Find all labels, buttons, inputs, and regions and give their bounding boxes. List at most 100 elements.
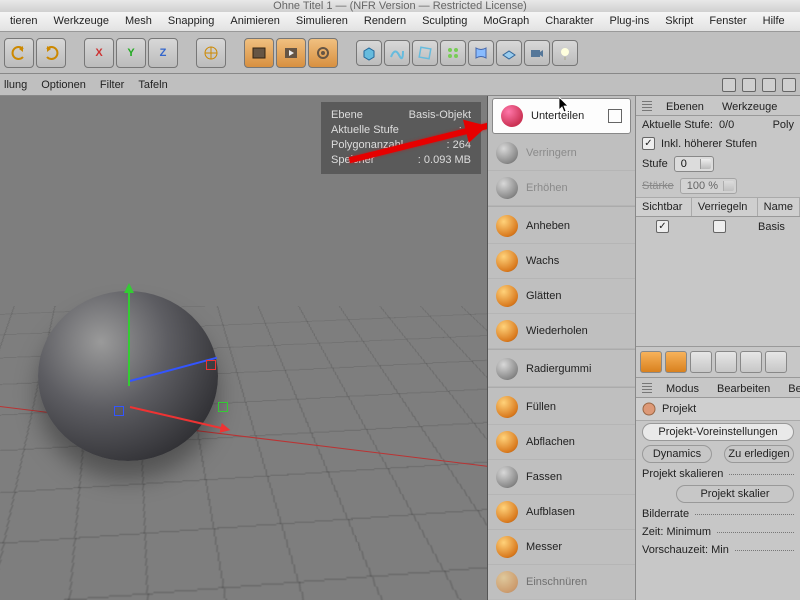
stufe-field[interactable]: 0 [674,156,714,172]
y-axis-gizmo[interactable] [128,286,130,386]
menu-item[interactable]: Simulieren [288,12,356,31]
subdivide-button[interactable]: Unterteilen [492,98,631,134]
light-button[interactable] [552,40,578,66]
inflate-brush[interactable]: Aufblasen [488,495,635,530]
tab-layers[interactable]: Ebenen [662,99,708,115]
erase-brush[interactable]: Radiergummi [488,352,635,387]
pull-brush[interactable]: Anheben [488,209,635,244]
menu-item[interactable]: tieren [2,12,46,31]
layer-action-button[interactable] [715,351,737,373]
menu-item[interactable]: Fenster [701,12,754,31]
delete-layer-button[interactable] [690,351,712,373]
scale-label: Projekt skalieren [642,468,723,480]
main-toolbar: X Y Z [0,32,800,74]
repeat-brush[interactable]: Wiederholen [488,314,635,349]
nav-move-icon[interactable] [722,78,736,92]
pinch-brush[interactable]: Einschnüren [488,565,635,600]
grab-icon [496,466,518,488]
nav-layout-icon[interactable] [782,78,796,92]
todo-tab[interactable]: Zu erledigen [724,445,794,463]
gizmo-origin[interactable] [128,378,138,388]
fill-brush[interactable]: Füllen [488,390,635,425]
include-higher-label: Inkl. höherer Stufen [661,138,757,150]
redo-button[interactable] [36,38,66,68]
add-folder-button[interactable] [665,351,687,373]
render-pv-button[interactable] [276,38,306,68]
menu-item[interactable]: Skript [657,12,701,31]
tab-mode[interactable]: Modus [662,381,703,397]
tab-edit[interactable]: Bearbeiten [713,381,774,397]
tab-user[interactable]: Be [784,381,800,397]
project-presets-tab[interactable]: Projekt-Voreinstellungen [642,423,794,441]
window-title: Ohne Titel 1 — (NFR Version — Restricted… [0,0,800,12]
cube-primitive-button[interactable] [356,40,382,66]
preview-min-label: Vorschauzeit: Min [642,544,729,556]
view-menu[interactable]: llung [4,79,27,91]
layer-visible-checkbox[interactable] [656,220,669,233]
menu-item[interactable]: Mesh [117,12,160,31]
menu-item[interactable]: Animieren [222,12,288,31]
decrease-button[interactable]: Verringern [488,136,635,171]
menu-item[interactable]: Werkzeuge [46,12,117,31]
menu-item[interactable]: Plug-ins [602,12,658,31]
options-icon[interactable] [608,109,622,123]
menu-item[interactable]: Charakter [537,12,601,31]
increase-button[interactable]: Erhöhen [488,171,635,206]
wax-brush[interactable]: Wachs [488,244,635,279]
add-layer-button[interactable] [640,351,662,373]
grab-brush[interactable]: Fassen [488,460,635,495]
layer-action-button[interactable] [765,351,787,373]
menu-item[interactable]: Hilfe [755,12,793,31]
layer-name: Basis [758,221,785,233]
panel-grip-icon[interactable] [642,383,652,393]
gizmo-handle[interactable] [218,402,228,412]
scale-project-button[interactable]: Projekt skalier [676,485,794,503]
viewport[interactable]: EbeneBasis-Objekt Aktuelle Stufe: 1 Poly… [0,96,488,600]
repeat-icon [496,320,518,342]
poly-label: Poly [773,119,794,131]
axis-z-button[interactable]: Z [148,38,178,68]
panel-grip-icon[interactable] [642,101,652,111]
render-view-button[interactable] [244,38,274,68]
spline-button[interactable] [384,40,410,66]
include-higher-checkbox[interactable] [642,137,655,150]
gizmo-handle[interactable] [114,406,124,416]
stufe-label: Stufe [642,158,668,170]
array-button[interactable] [440,40,466,66]
dynamics-tab[interactable]: Dynamics [642,445,712,463]
fill-icon [496,396,518,418]
menu-item[interactable]: Sculpting [414,12,475,31]
axis-x-button[interactable]: X [84,38,114,68]
knife-brush[interactable]: Messer [488,530,635,565]
axis-y-button[interactable]: Y [116,38,146,68]
project-title: Projekt [662,403,696,415]
flatten-brush[interactable]: Abflachen [488,425,635,460]
menu-item[interactable]: MoGraph [475,12,537,31]
undo-button[interactable] [4,38,34,68]
options-menu[interactable]: Optionen [41,79,86,91]
nav-zoom-icon[interactable] [742,78,756,92]
nurbs-button[interactable] [412,40,438,66]
layer-table-header: Sichtbar Verriegeln Name [636,197,800,217]
layer-lock-checkbox[interactable] [713,220,726,233]
tab-tools[interactable]: Werkzeuge [718,99,781,115]
smooth-icon [496,285,518,307]
layer-actions [636,346,800,378]
menu-item[interactable]: Rendern [356,12,414,31]
gizmo-handle[interactable] [206,360,216,370]
level-label: Aktuelle Stufe: [642,119,713,131]
coord-button[interactable] [196,38,226,68]
layer-action-button[interactable] [740,351,762,373]
pull-icon [496,215,518,237]
filter-menu[interactable]: Filter [100,79,124,91]
smooth-brush[interactable]: Glätten [488,279,635,314]
render-settings-button[interactable] [308,38,338,68]
floor-button[interactable] [496,40,522,66]
camera-button[interactable] [524,40,550,66]
panels-menu[interactable]: Tafeln [138,79,167,91]
nav-rotate-icon[interactable] [762,78,776,92]
deformer-button[interactable] [468,40,494,66]
menu-item[interactable]: Snapping [160,12,223,31]
sculpt-palette: Unterteilen Verringern Erhöhen Anheben W… [488,96,636,600]
layer-row[interactable]: Basis [636,217,800,236]
